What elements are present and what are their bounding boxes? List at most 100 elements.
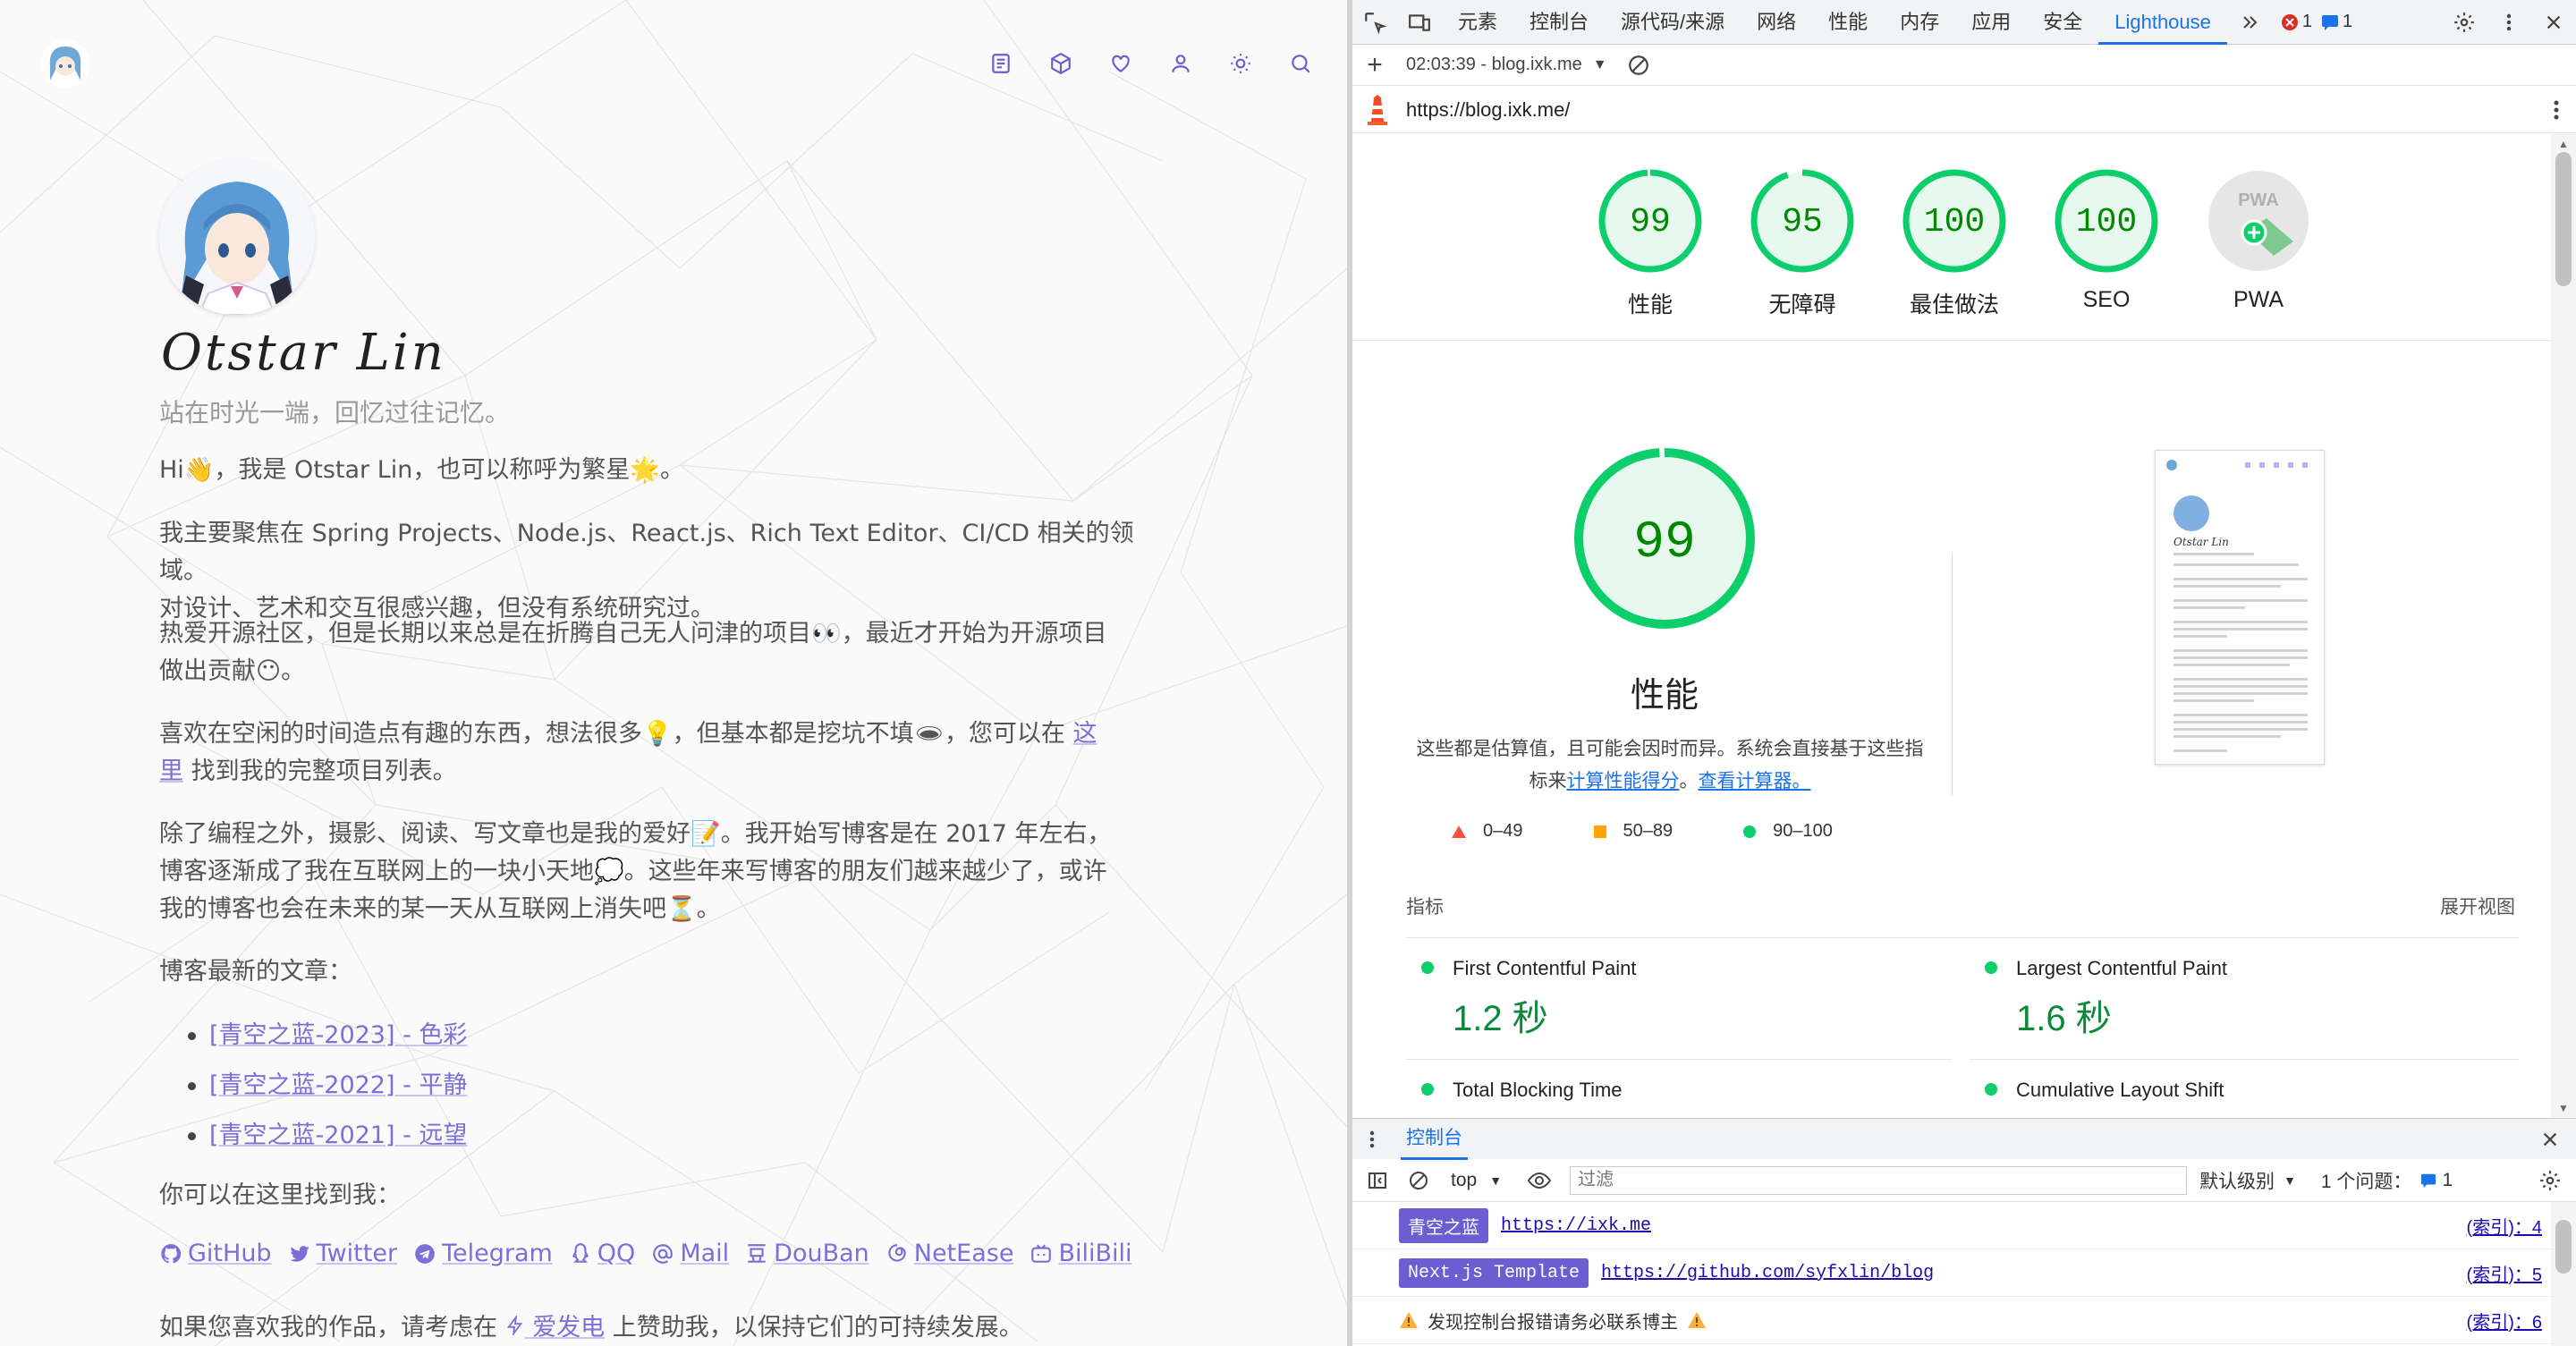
post-link[interactable]: [青空之蓝-2022] - 平静 [209, 1071, 467, 1099]
projects-link-2[interactable]: 里 [159, 758, 183, 785]
log-source-link[interactable]: (索引)：4 [2467, 1213, 2542, 1239]
live-expression-eye-icon[interactable] [1527, 1170, 1552, 1191]
site-logo[interactable] [41, 39, 89, 88]
report-dropdown-icon[interactable]: ▼ [1593, 57, 1607, 73]
latest-posts-list: [青空之蓝-2023] - 色彩 [青空之蓝-2022] - 平静 [青空之蓝-… [159, 1011, 964, 1161]
social-label: NetEase [913, 1240, 1014, 1267]
report-scrollbar[interactable]: ▲ ▼ [2551, 134, 2576, 1118]
intro-opensource-line1: 热爱开源社区，但是长期以来总是在折腾自己无人问津的项目👀，最近才开始为开源项目 [159, 620, 1107, 648]
intro-projects-text: 喜欢在空闲的时间造点有趣的东西，想法很多💡，但基本都是挖坑不填🕳，您可以在 [159, 720, 1065, 748]
social-github[interactable]: GitHub [159, 1240, 272, 1267]
projects-link[interactable]: 这 [1073, 720, 1097, 748]
calculator-link[interactable]: 查看计算器。 [1699, 771, 1811, 792]
new-report-plus-icon[interactable]: + [1352, 50, 1397, 80]
expand-view-toggle[interactable]: 展开视图 [2440, 893, 2515, 919]
social-bilibili[interactable]: BiliBili [1030, 1240, 1132, 1267]
page-screenshot-thumbnail[interactable]: Otstar Lin [2155, 450, 2325, 765]
context-dropdown-icon[interactable]: ▼ [1489, 1173, 1502, 1188]
social-mail[interactable]: Mail [651, 1240, 729, 1267]
scrollbar-thumb[interactable] [2555, 152, 2572, 286]
scroll-down-arrow-icon[interactable]: ▼ [2558, 1102, 2569, 1114]
gauge-best-practices[interactable]: 100 最佳做法 [1900, 166, 2009, 319]
log-source-link[interactable]: (索引)：6 [2467, 1308, 2542, 1333]
score-ring: 100 [1902, 169, 2006, 273]
more-options-icon[interactable] [2487, 0, 2531, 45]
svg-text:95: 95 [1782, 203, 1823, 241]
social-qq[interactable]: QQ [569, 1240, 636, 1267]
tab-network[interactable]: 网络 [1741, 0, 1812, 45]
social-twitter[interactable]: Twitter [288, 1240, 397, 1267]
section-divider [1352, 340, 2551, 341]
tab-memory[interactable]: 内存 [1884, 0, 1955, 45]
warning-triangle-icon [1688, 1312, 1706, 1328]
social-label: BiliBili [1058, 1240, 1132, 1267]
post-link[interactable]: [青空之蓝-2021] - 远望 [209, 1122, 467, 1149]
log-link[interactable]: https://github.com/syfxlin/blog [1601, 1263, 1934, 1283]
console-filter-input[interactable] [1570, 1165, 2188, 1195]
social-douban[interactable]: DouBan [745, 1240, 869, 1267]
console-scrollbar-thumb[interactable] [2555, 1220, 2572, 1274]
tab-performance[interactable]: 性能 [1812, 0, 1884, 45]
clear-console-icon[interactable] [1408, 1170, 1429, 1191]
settings-gear-icon[interactable] [2442, 0, 2487, 45]
drawer-tab-console[interactable]: 控制台 [1401, 1119, 1468, 1160]
projects-cube-icon[interactable] [1030, 47, 1090, 80]
score-ring: 95 [1750, 169, 1854, 273]
scroll-up-arrow-icon[interactable]: ▲ [2558, 138, 2569, 150]
posts-icon[interactable] [970, 47, 1030, 80]
more-tabs-chevron-icon[interactable] [2227, 0, 2272, 45]
friends-heart-icon[interactable] [1090, 47, 1150, 80]
gauge-pwa[interactable]: PWA PWA [2204, 166, 2313, 313]
tab-elements[interactable]: 元素 [1442, 0, 1513, 45]
tab-application[interactable]: 应用 [1955, 0, 2027, 45]
legend-poor: 0–49 [1483, 821, 1523, 841]
metric-name: First Contentful Paint [1453, 957, 1637, 979]
tab-sources[interactable]: 源代码/来源 [1605, 0, 1741, 45]
gauge-performance[interactable]: 99 性能 [1596, 166, 1705, 319]
gauge-label: 性能 [1627, 292, 1673, 317]
console-scrollbar[interactable] [2551, 1202, 2576, 1346]
vertical-separator [1952, 554, 1953, 796]
tab-security[interactable]: 安全 [2027, 0, 2098, 45]
gauge-label: PWA [2233, 287, 2284, 312]
telegram-icon [415, 1243, 435, 1264]
inspect-element-icon[interactable] [1352, 0, 1397, 45]
intro-opensource: 热爱开源社区，但是长期以来总是在折腾自己无人问津的项目👀，最近才开始为开源项目 … [159, 615, 1179, 690]
audited-url[interactable]: https://blog.ixk.me/ [1406, 98, 1570, 122]
about-user-icon[interactable] [1150, 47, 1210, 80]
gauge-seo[interactable]: 100 SEO [2052, 166, 2161, 313]
twitter-icon [289, 1245, 309, 1262]
drawer-menu-icon[interactable] [1368, 1129, 1376, 1150]
calc-score-link[interactable]: 计算性能得分 [1567, 771, 1680, 792]
sidebar-toggle-icon[interactable] [1367, 1170, 1388, 1191]
message-counter[interactable]: 1 [2321, 12, 2352, 32]
intro-hobbies-line1: 除了编程之外，摄影、阅读、写文章也是我的爱好📝。我开始写博客是在 2017 年左… [159, 820, 1112, 848]
tab-console[interactable]: 控制台 [1513, 0, 1605, 45]
search-icon[interactable] [1270, 47, 1330, 80]
log-source-link[interactable]: (索引)：5 [2467, 1260, 2542, 1286]
device-toolbar-icon[interactable] [1397, 0, 1442, 45]
gauge-accessibility[interactable]: 95 无障碍 [1748, 166, 1857, 319]
context-selector[interactable]: top [1451, 1170, 1477, 1191]
log-level-selector[interactable]: 默认级别 [2199, 1167, 2275, 1194]
gauge-label: 最佳做法 [1909, 292, 1999, 317]
close-drawer-icon[interactable] [2540, 1130, 2560, 1149]
log-link[interactable]: https://ixk.me [1501, 1215, 1651, 1236]
clear-reports-icon[interactable] [1627, 54, 1650, 77]
score-legend: 0–49 50–89 90–100 [1451, 821, 1833, 842]
close-devtools-icon[interactable] [2531, 0, 2576, 45]
tab-lighthouse[interactable]: Lighthouse [2098, 0, 2227, 45]
top-nav [970, 47, 1330, 80]
console-settings-gear-icon[interactable] [2538, 1169, 2562, 1192]
report-menu-icon[interactable] [2553, 97, 2560, 123]
report-selector[interactable]: 02:03:39 - blog.ixk.me [1406, 55, 1582, 75]
social-label: QQ [597, 1240, 636, 1267]
donate-link[interactable]: 爱发电 [505, 1314, 605, 1342]
social-telegram[interactable]: Telegram [413, 1240, 553, 1267]
issues-label[interactable]: 1 个问题： [2321, 1167, 2412, 1194]
level-dropdown-icon[interactable]: ▼ [2284, 1173, 2296, 1188]
error-counter[interactable]: 1 [2281, 12, 2312, 32]
theme-sun-icon[interactable] [1210, 47, 1270, 80]
post-link[interactable]: [青空之蓝-2023] - 色彩 [209, 1021, 467, 1049]
social-netease[interactable]: NetEase [886, 1240, 1014, 1267]
